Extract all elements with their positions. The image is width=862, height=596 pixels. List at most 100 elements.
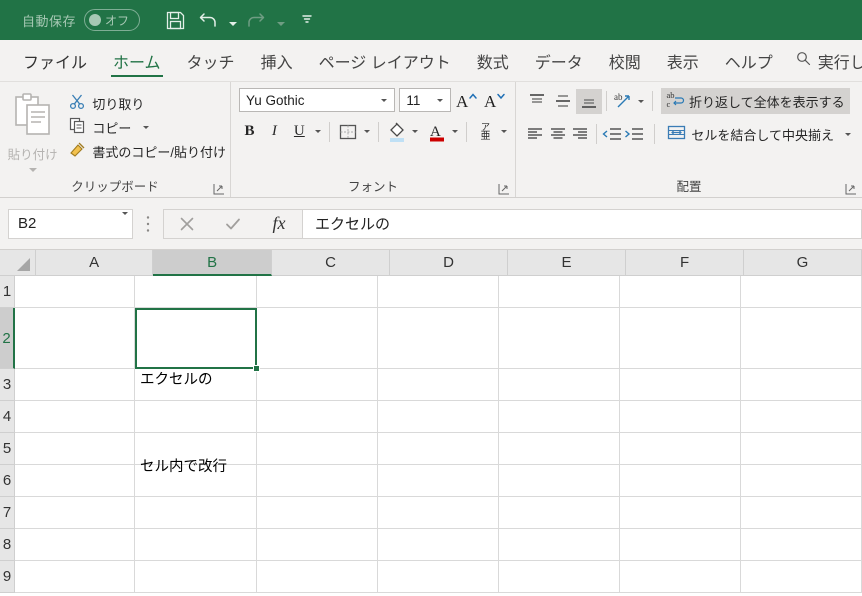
cell-e3[interactable] bbox=[499, 369, 620, 401]
column-header-f[interactable]: F bbox=[626, 250, 744, 276]
decrease-indent-button[interactable] bbox=[600, 122, 623, 147]
fill-color-dropdown-icon[interactable] bbox=[412, 130, 418, 133]
cell-b1[interactable] bbox=[135, 276, 257, 308]
tab-data[interactable]: データ bbox=[522, 40, 596, 81]
italic-button[interactable]: I bbox=[264, 119, 285, 144]
font-name-combo[interactable]: Yu Gothic bbox=[239, 88, 395, 112]
tab-home[interactable]: ホーム bbox=[100, 40, 174, 81]
formula-bar-grip[interactable] bbox=[133, 215, 163, 233]
cell-g4[interactable] bbox=[741, 401, 862, 433]
cell-g3[interactable] bbox=[741, 369, 862, 401]
cell-c3[interactable] bbox=[257, 369, 378, 401]
cell-e6[interactable] bbox=[499, 465, 620, 497]
column-header-g[interactable]: G bbox=[744, 250, 862, 276]
cell-f5[interactable] bbox=[620, 433, 741, 465]
paste-dropdown-icon[interactable] bbox=[29, 168, 37, 172]
cell-a8[interactable] bbox=[15, 529, 135, 561]
tab-insert[interactable]: 挿入 bbox=[248, 40, 306, 81]
cell-d4[interactable] bbox=[378, 401, 499, 433]
phonetic-guide-dropdown-icon[interactable] bbox=[501, 130, 507, 133]
borders-dropdown-icon[interactable] bbox=[364, 130, 370, 133]
align-bottom-button[interactable] bbox=[576, 89, 602, 114]
cell-a5[interactable] bbox=[15, 433, 135, 465]
cell-g6[interactable] bbox=[741, 465, 862, 497]
borders-button[interactable] bbox=[338, 119, 359, 144]
cell-a1[interactable] bbox=[15, 276, 135, 308]
tab-file[interactable]: ファイル bbox=[10, 40, 100, 81]
cell-d8[interactable] bbox=[378, 529, 499, 561]
phonetic-guide-button[interactable]: ア亜 bbox=[475, 119, 496, 144]
cell-c8[interactable] bbox=[257, 529, 378, 561]
font-color-dropdown-icon[interactable] bbox=[452, 130, 458, 133]
align-center-button[interactable] bbox=[547, 122, 570, 147]
name-box[interactable]: B2 bbox=[8, 209, 133, 239]
cell-a9[interactable] bbox=[15, 561, 135, 593]
cell-a4[interactable] bbox=[15, 401, 135, 433]
cell-d7[interactable] bbox=[378, 497, 499, 529]
cell-c1[interactable] bbox=[257, 276, 378, 308]
redo-dropdown-icon[interactable] bbox=[274, 3, 288, 37]
align-right-button[interactable] bbox=[569, 122, 592, 147]
tab-view[interactable]: 表示 bbox=[654, 40, 712, 81]
copy-dropdown-icon[interactable] bbox=[143, 126, 149, 129]
merge-dropdown-icon[interactable] bbox=[845, 133, 851, 136]
cell-c9[interactable] bbox=[257, 561, 378, 593]
font-size-dropdown-icon[interactable] bbox=[433, 99, 447, 102]
font-dialog-launcher-icon[interactable] bbox=[498, 182, 510, 194]
cell-a7[interactable] bbox=[15, 497, 135, 529]
clipboard-dialog-launcher-icon[interactable] bbox=[213, 182, 225, 194]
font-color-button[interactable]: A bbox=[426, 119, 447, 144]
cell-e8[interactable] bbox=[499, 529, 620, 561]
cell-a2[interactable] bbox=[15, 308, 135, 369]
cell-d9[interactable] bbox=[378, 561, 499, 593]
cell-g1[interactable] bbox=[741, 276, 862, 308]
row-header-2[interactable]: 2 bbox=[0, 308, 15, 369]
cell-a6[interactable] bbox=[15, 465, 135, 497]
cell-f2[interactable] bbox=[620, 308, 741, 369]
fill-handle[interactable] bbox=[253, 365, 260, 372]
cell-e2[interactable] bbox=[499, 308, 620, 369]
redo-icon[interactable] bbox=[240, 3, 274, 37]
column-header-c[interactable]: C bbox=[272, 250, 390, 276]
row-header-6[interactable]: 6 bbox=[0, 465, 15, 497]
cell-c4[interactable] bbox=[257, 401, 378, 433]
cell-f1[interactable] bbox=[620, 276, 741, 308]
cell-c5[interactable] bbox=[257, 433, 378, 465]
cell-a3[interactable] bbox=[15, 369, 135, 401]
cell-g2[interactable] bbox=[741, 308, 862, 369]
cell-f9[interactable] bbox=[620, 561, 741, 593]
row-header-3[interactable]: 3 bbox=[0, 369, 15, 401]
cell-d3[interactable] bbox=[378, 369, 499, 401]
undo-icon[interactable] bbox=[192, 3, 226, 37]
autosave-toggle[interactable]: オフ bbox=[84, 9, 140, 31]
cell-e9[interactable] bbox=[499, 561, 620, 593]
enter-icon[interactable] bbox=[210, 210, 256, 238]
column-header-d[interactable]: D bbox=[390, 250, 508, 276]
cell-d2[interactable] bbox=[378, 308, 499, 369]
cell-e7[interactable] bbox=[499, 497, 620, 529]
cut-button[interactable]: 切り取り bbox=[65, 92, 230, 114]
format-painter-button[interactable]: 書式のコピー/貼り付け bbox=[65, 140, 230, 162]
cell-e4[interactable] bbox=[499, 401, 620, 433]
row-header-5[interactable]: 5 bbox=[0, 433, 15, 465]
merge-and-center-button[interactable]: セルを結合して中央揃え bbox=[662, 121, 856, 147]
insert-function-icon[interactable]: fx bbox=[256, 210, 302, 238]
increase-indent-button[interactable] bbox=[623, 122, 646, 147]
cell-c7[interactable] bbox=[257, 497, 378, 529]
row-header-8[interactable]: 8 bbox=[0, 529, 15, 561]
tell-me-search[interactable]: 実行したい作 bbox=[786, 40, 862, 81]
underline-dropdown-icon[interactable] bbox=[315, 130, 321, 133]
column-header-a[interactable]: A bbox=[36, 250, 153, 276]
select-all-button[interactable] bbox=[0, 250, 36, 276]
alignment-dialog-launcher-icon[interactable] bbox=[845, 182, 857, 194]
customize-quick-access-icon[interactable] bbox=[300, 3, 314, 37]
column-header-b[interactable]: B bbox=[153, 250, 272, 276]
cell-f6[interactable] bbox=[620, 465, 741, 497]
cell-f8[interactable] bbox=[620, 529, 741, 561]
cell-g7[interactable] bbox=[741, 497, 862, 529]
align-top-button[interactable] bbox=[524, 89, 550, 114]
undo-dropdown-icon[interactable] bbox=[226, 3, 240, 37]
cell-f7[interactable] bbox=[620, 497, 741, 529]
tab-review[interactable]: 校閲 bbox=[596, 40, 654, 81]
cell-f4[interactable] bbox=[620, 401, 741, 433]
